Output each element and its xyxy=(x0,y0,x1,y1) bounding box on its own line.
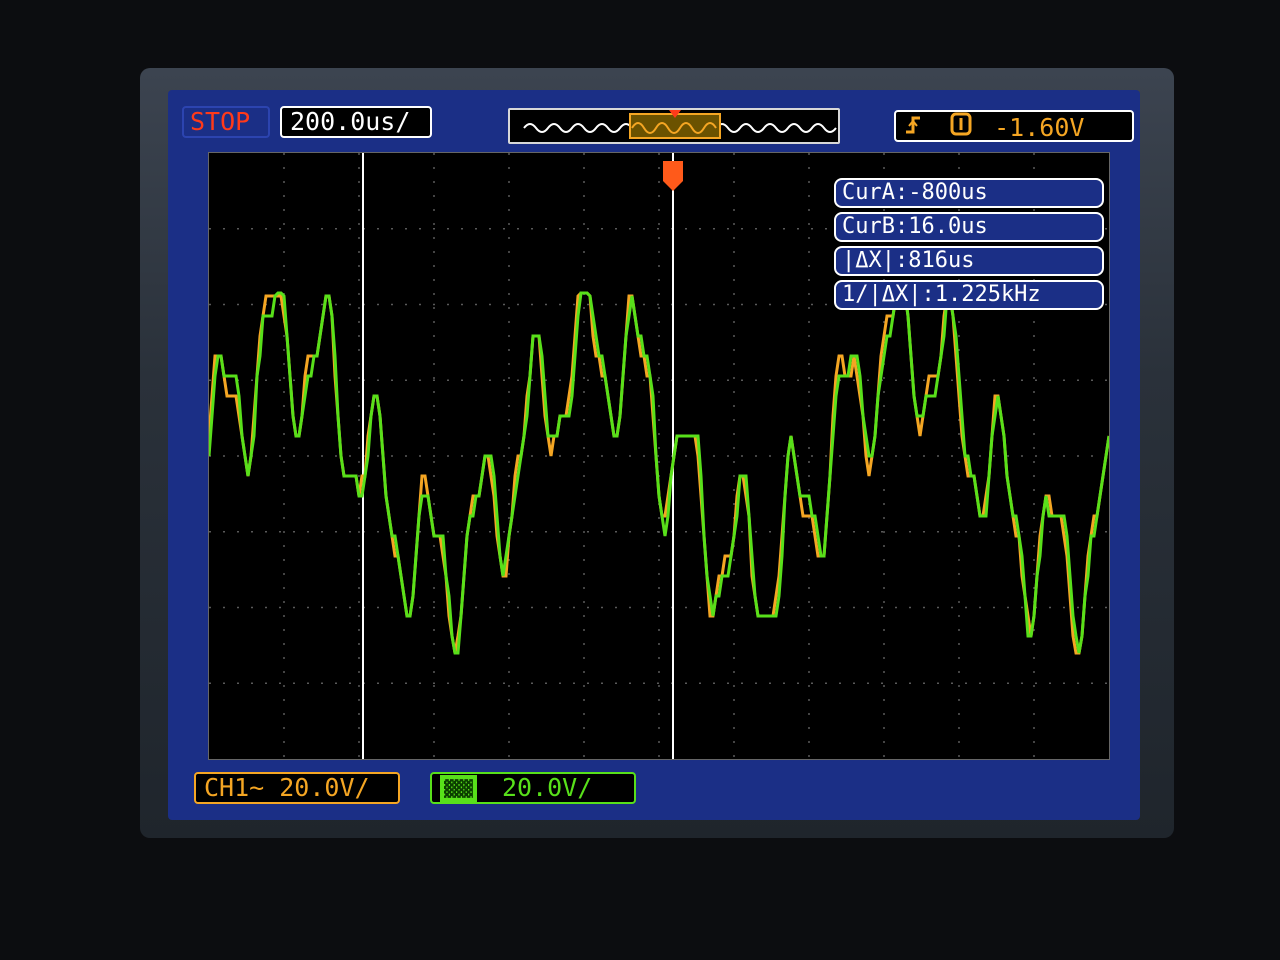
trigger-level-value: -1.60V xyxy=(994,113,1085,142)
memory-waveform-preview xyxy=(523,110,837,139)
oscilloscope-screen: STOP 200.0us/ -1.60V CurA:-800us CurB:16… xyxy=(168,90,1140,820)
cursor-b-value: CurB:16.0us xyxy=(842,214,988,239)
cursor-a-readout: CurA:-800us xyxy=(834,178,1104,208)
timebase-display[interactable]: 200.0us/ xyxy=(280,106,432,138)
ch2-scale-display[interactable]: ▓▓▓ 20.0V/ xyxy=(430,772,636,804)
rising-edge-icon xyxy=(904,114,924,142)
memory-position-bar[interactable] xyxy=(508,108,840,144)
cursor-b-readout: CurB:16.0us xyxy=(834,212,1104,242)
ch2-scale-value: 20.0V/ xyxy=(501,773,593,802)
ch2-indicator-icon: ▓▓▓ xyxy=(440,775,477,803)
waveform-graticule[interactable] xyxy=(207,152,1111,760)
waveform-plot xyxy=(207,153,1111,759)
ch1-scale-label: CH1~ 20.0V/ xyxy=(204,773,370,802)
inverse-delta-x-readout: 1/|ΔX|:1.225kHz xyxy=(834,280,1104,310)
ch1-trigger-icon xyxy=(949,112,979,142)
status-label: STOP xyxy=(190,107,251,136)
delta-x-value: |ΔX|:816us xyxy=(842,248,975,273)
trigger-time-marker-icon xyxy=(663,161,683,191)
delta-x-readout: |ΔX|:816us xyxy=(834,246,1104,276)
ch1-scale-display[interactable]: CH1~ 20.0V/ xyxy=(194,772,400,804)
inverse-delta-x-value: 1/|ΔX|:1.225kHz xyxy=(842,282,1041,307)
trigger-info[interactable]: -1.60V xyxy=(894,110,1134,142)
timebase-label: 200.0us/ xyxy=(290,107,411,136)
cursor-a-value: CurA:-800us xyxy=(842,180,988,205)
ch2-waveform xyxy=(207,291,1111,655)
run-stop-status[interactable]: STOP xyxy=(182,106,270,138)
